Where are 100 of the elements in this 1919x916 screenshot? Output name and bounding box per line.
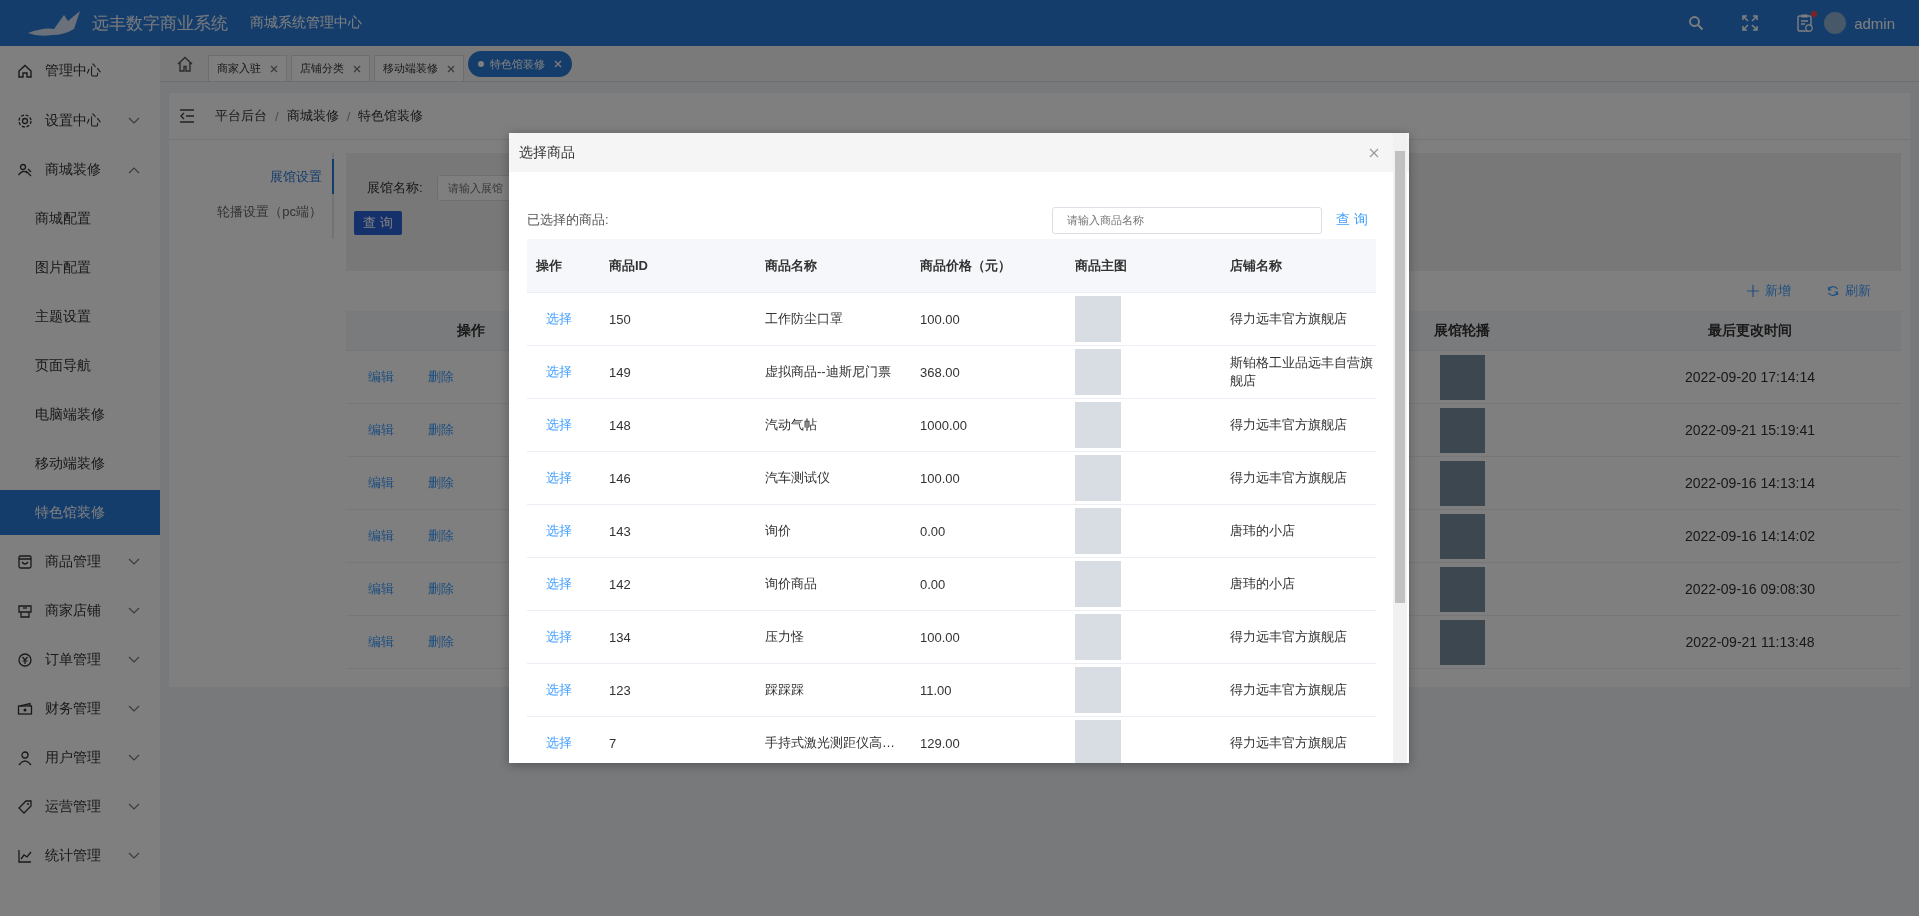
sidebar-subitem[interactable]: 主题设置 bbox=[0, 292, 160, 341]
tab[interactable]: 店铺分类 bbox=[291, 55, 370, 81]
photo-placeholder bbox=[1075, 561, 1121, 607]
breadcrumb-separator: / bbox=[346, 108, 351, 124]
sidebar-subitem[interactable]: 页面导航 bbox=[0, 341, 160, 390]
sidebar-item[interactable]: 统计管理 bbox=[0, 831, 160, 880]
add-link[interactable]: 新增 bbox=[1747, 282, 1791, 300]
table-cell-text: 100.00 bbox=[919, 470, 961, 486]
table-cell-text: 143 bbox=[608, 523, 632, 539]
action-link[interactable]: 编辑 bbox=[368, 421, 394, 439]
user-name[interactable]: admin bbox=[1854, 14, 1895, 32]
column-header: 商品名称 bbox=[764, 256, 818, 275]
close-icon[interactable] bbox=[447, 64, 455, 73]
table-cell-text: 134 bbox=[608, 629, 632, 645]
table-cell-text: 100.00 bbox=[919, 629, 961, 645]
select-link[interactable]: 选择 bbox=[527, 469, 600, 487]
brand-title: 远丰数字商业系统 bbox=[92, 12, 228, 35]
photo-placeholder bbox=[1075, 349, 1121, 395]
table-cell-text: 汽车测试仪 bbox=[764, 469, 831, 487]
action-link[interactable]: 删除 bbox=[428, 580, 454, 598]
table-cell-text: 150 bbox=[608, 311, 632, 327]
side-tab[interactable]: 轮播设置（pc端） bbox=[169, 194, 332, 229]
tab[interactable]: 商家入驻 bbox=[208, 55, 287, 81]
sidebar-item[interactable]: 管理中心 bbox=[0, 46, 160, 96]
action-link[interactable]: 删除 bbox=[428, 527, 454, 545]
sidebar-item[interactable]: 设置中心 bbox=[0, 96, 160, 145]
breadcrumb-item[interactable]: 特色馆装修 bbox=[358, 107, 424, 125]
sidebar-subitem[interactable]: 电脑端装修 bbox=[0, 390, 160, 439]
sidebar-item[interactable]: 商城装修 bbox=[0, 145, 160, 194]
action-link[interactable]: 删除 bbox=[428, 633, 454, 651]
table-cell-text: 汽动气帖 bbox=[764, 416, 818, 434]
close-icon[interactable] bbox=[270, 64, 278, 73]
refresh-link[interactable]: 刷新 bbox=[1827, 282, 1871, 300]
chevron-down-icon bbox=[128, 802, 140, 811]
sidebar-subitem[interactable]: 图片配置 bbox=[0, 243, 160, 292]
select-link[interactable]: 选择 bbox=[527, 310, 600, 328]
table-cell-text: 0.00 bbox=[919, 523, 947, 539]
action-link[interactable]: 删除 bbox=[428, 368, 454, 386]
select-link[interactable]: 选择 bbox=[527, 416, 600, 434]
table-cell-text: 询价商品 bbox=[764, 575, 818, 593]
sidebar-item[interactable]: 商家店铺 bbox=[0, 586, 160, 635]
table-cell-text: 询价 bbox=[764, 522, 792, 540]
goods-search-field[interactable]: 请输入商品名称 bbox=[1052, 206, 1323, 234]
photo-placeholder bbox=[1075, 402, 1121, 448]
photo-placeholder bbox=[1075, 455, 1121, 501]
sidebar-item[interactable]: 用户管理 bbox=[0, 733, 160, 782]
action-link[interactable]: 编辑 bbox=[368, 633, 394, 651]
action-link[interactable]: 删除 bbox=[428, 474, 454, 492]
table-cell-text: 踩踩踩 bbox=[764, 681, 805, 699]
tab[interactable]: 移动端装修 bbox=[374, 55, 464, 81]
query-button[interactable]: 查 询 bbox=[354, 211, 402, 235]
breadcrumb-item[interactable]: 商城装修 bbox=[286, 107, 339, 125]
search-icon[interactable] bbox=[1688, 15, 1705, 31]
collapse-menu-icon[interactable] bbox=[179, 109, 195, 123]
table-cell-text: 2022-09-16 09:08:30 bbox=[1684, 581, 1816, 597]
gear-icon bbox=[17, 112, 33, 129]
table-cell-text: 得力远丰官方旗舰店 bbox=[1229, 310, 1348, 328]
column-header: 操作 bbox=[535, 256, 563, 275]
chevron-down-icon bbox=[128, 851, 140, 860]
table-cell-text: 148 bbox=[608, 417, 632, 433]
home-icon[interactable] bbox=[176, 55, 194, 73]
select-link[interactable]: 选择 bbox=[527, 681, 600, 699]
select-link[interactable]: 选择 bbox=[527, 734, 600, 752]
avatar[interactable] bbox=[1824, 12, 1847, 34]
select-link[interactable]: 选择 bbox=[527, 575, 600, 593]
action-link[interactable]: 编辑 bbox=[368, 580, 394, 598]
close-icon[interactable] bbox=[353, 64, 361, 73]
tab[interactable]: 特色馆装修 bbox=[468, 51, 572, 77]
sidebar-item[interactable]: 运营管理 bbox=[0, 782, 160, 831]
close-icon[interactable] bbox=[1369, 147, 1379, 158]
select-link[interactable]: 选择 bbox=[527, 363, 600, 381]
chevron-down-icon bbox=[128, 116, 140, 125]
action-link[interactable]: 编辑 bbox=[368, 527, 394, 545]
select-link[interactable]: 选择 bbox=[527, 628, 600, 646]
select-link[interactable]: 选择 bbox=[527, 522, 600, 540]
fullscreen-icon[interactable] bbox=[1742, 15, 1759, 31]
banner-thumbnail bbox=[1439, 566, 1485, 612]
sidebar-item[interactable]: 订单管理 bbox=[0, 635, 160, 684]
action-link[interactable]: 编辑 bbox=[368, 474, 394, 492]
sidebar-item[interactable]: 商品管理 bbox=[0, 537, 160, 586]
line-chart-icon bbox=[17, 847, 33, 864]
side-tab[interactable]: 展馆设置 bbox=[169, 159, 334, 194]
banner-thumbnail bbox=[1439, 407, 1485, 453]
table-cell-text: 146 bbox=[608, 470, 632, 486]
sidebar-subitem[interactable]: 移动端装修 bbox=[0, 439, 160, 488]
wallet-icon bbox=[17, 700, 33, 717]
table-cell-text: 149 bbox=[608, 364, 632, 380]
action-link[interactable]: 编辑 bbox=[368, 368, 394, 386]
shop-icon bbox=[17, 602, 33, 619]
table-cell-text: 7 bbox=[608, 735, 618, 751]
action-link[interactable]: 删除 bbox=[428, 421, 454, 439]
scrollbar[interactable] bbox=[1393, 133, 1407, 763]
sidebar-subitem[interactable]: 商城配置 bbox=[0, 194, 160, 243]
table-cell-text: 手持式激光测距仪高… bbox=[764, 734, 896, 752]
sidebar-subitem[interactable]: 特色馆装修 bbox=[0, 490, 160, 535]
clipboard-icon[interactable] bbox=[1796, 13, 1815, 33]
sidebar-item[interactable]: 财务管理 bbox=[0, 684, 160, 733]
query-link[interactable]: 查 询 bbox=[1336, 211, 1368, 229]
breadcrumb-item[interactable]: 平台后台 bbox=[215, 107, 267, 125]
modal-title: 选择商品 bbox=[519, 143, 575, 162]
